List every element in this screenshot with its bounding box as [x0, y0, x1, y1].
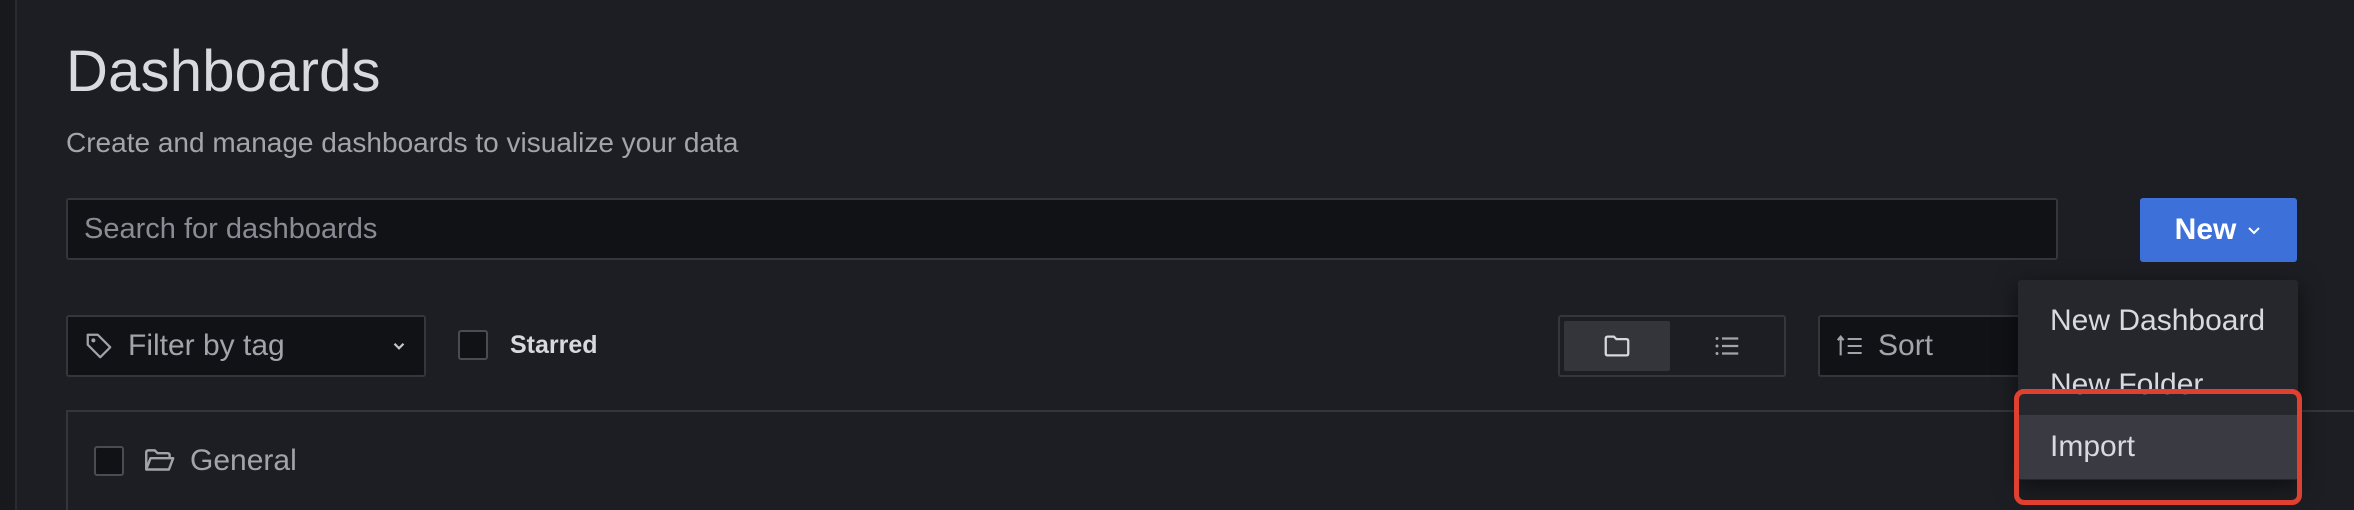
starred-label: Starred	[510, 330, 598, 359]
menu-item-label: New Dashboard	[2050, 304, 2266, 337]
new-button-label: New	[2174, 213, 2237, 246]
list-view-button[interactable]	[1674, 321, 1780, 371]
dashboards-page: Dashboards Create and manage dashboards …	[0, 0, 2354, 510]
menu-item-new-dashboard[interactable]: New Dashboard	[2018, 289, 2298, 353]
new-button[interactable]: New	[2140, 198, 2297, 262]
tag-filter-select[interactable]: Filter by tag	[66, 315, 426, 377]
folder-checkbox[interactable]	[94, 446, 124, 476]
new-dropdown-menu: New Dashboard New Folder Import	[2018, 280, 2298, 480]
menu-item-import[interactable]: Import	[2018, 415, 2298, 479]
tag-filter-label: Filter by tag	[128, 329, 285, 362]
tag-icon	[86, 333, 112, 359]
chevron-down-icon	[2248, 227, 2261, 235]
starred-checkbox[interactable]	[458, 330, 488, 360]
page-subtitle: Create and manage dashboards to visualiz…	[66, 127, 739, 158]
list-icon	[1715, 337, 1739, 355]
starred-filter[interactable]: Starred	[458, 330, 598, 360]
folder-name: General	[190, 444, 297, 477]
sort-icon	[1836, 335, 1862, 356]
folder-icon	[1604, 335, 1630, 357]
search-input[interactable]	[68, 200, 2056, 258]
view-mode-toggle	[1558, 315, 1786, 377]
search-box[interactable]	[66, 198, 2058, 260]
page-title: Dashboards	[66, 39, 381, 104]
sort-label: Sort	[1878, 329, 1934, 362]
left-rail	[0, 0, 17, 510]
folder-row[interactable]: General	[94, 444, 297, 478]
chevron-down-icon	[393, 342, 405, 350]
dashboard-list: General	[66, 410, 2354, 510]
folder-view-button[interactable]	[1564, 321, 1670, 371]
menu-item-new-folder[interactable]: New Folder	[2018, 353, 2298, 417]
folder-open-icon	[145, 449, 175, 471]
menu-item-label: New Folder	[2050, 368, 2204, 401]
menu-item-label: Import	[2050, 430, 2136, 463]
